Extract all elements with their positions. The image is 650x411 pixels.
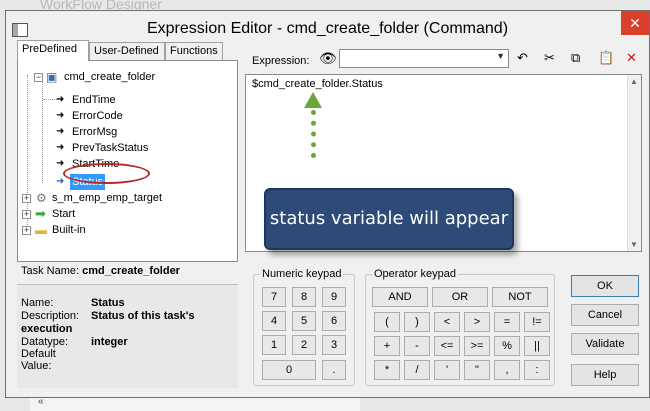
- title-bar: Expression Editor - cmd_create_folder (C…: [6, 11, 649, 45]
- copy-icon[interactable]: ⧉: [571, 50, 580, 66]
- ok-button[interactable]: OK: [571, 275, 639, 297]
- tree-item-label: Built-in: [52, 224, 86, 236]
- key-8[interactable]: 8: [292, 287, 316, 307]
- key-modulo[interactable]: %: [494, 336, 520, 356]
- tree-item-label: s_m_emp_emp_target: [52, 192, 163, 204]
- command-task-icon: ▣: [46, 70, 58, 84]
- key-1[interactable]: 1: [262, 335, 286, 355]
- tree-item-label: Start: [52, 208, 76, 220]
- key-4[interactable]: 4: [262, 311, 286, 331]
- folder-icon: ▬: [35, 223, 47, 237]
- key-concat[interactable]: ||: [524, 336, 550, 356]
- info-description-value: Status of this task's: [91, 310, 195, 322]
- variable-tree[interactable]: − ▣ cmd_create_folder ➜ EndTime ➜ ErrorC…: [17, 60, 238, 262]
- key-or[interactable]: OR: [432, 287, 488, 307]
- key-2[interactable]: 2: [292, 335, 316, 355]
- arrow-right-icon: ➜: [56, 142, 65, 153]
- task-name: Task Name: cmd_create_folder: [21, 265, 238, 277]
- task-name-value: cmd_create_folder: [82, 265, 180, 277]
- arrow-right-icon: ➜: [56, 126, 65, 137]
- gear-icon: ⚙: [36, 191, 47, 205]
- undo-icon[interactable]: ↶: [517, 50, 528, 66]
- collapse-icon[interactable]: −: [34, 73, 43, 82]
- tree-item-label: EndTime: [72, 94, 116, 106]
- task-name-label: Task Name:: [21, 265, 80, 277]
- scroll-up-icon[interactable]: ▲: [630, 77, 638, 86]
- key-not-equals[interactable]: !=: [524, 312, 550, 332]
- key-greater[interactable]: >: [464, 312, 490, 332]
- annotation-arrow-icon: [304, 92, 322, 108]
- expand-icon[interactable]: +: [22, 226, 31, 235]
- cut-icon[interactable]: ✂: [544, 50, 555, 66]
- tab-user-defined[interactable]: User-Defined: [89, 42, 165, 60]
- close-button[interactable]: ✕: [621, 11, 649, 35]
- expand-icon[interactable]: +: [22, 210, 31, 219]
- arrow-right-icon: ➜: [56, 110, 65, 121]
- annotation-dotted-line: [311, 110, 319, 158]
- tree-item-label: ErrorCode: [72, 110, 123, 122]
- expression-text: $cmd_create_folder.Status: [252, 78, 383, 90]
- numeric-keypad-title: Numeric keypad: [260, 268, 344, 280]
- key-less[interactable]: <: [434, 312, 460, 332]
- key-less-equal[interactable]: <=: [434, 336, 460, 356]
- validate-button[interactable]: Validate: [571, 333, 639, 355]
- delete-icon[interactable]: ✕: [626, 50, 637, 66]
- cancel-button[interactable]: Cancel: [571, 304, 639, 326]
- start-arrow-icon: ➡: [35, 206, 46, 221]
- expand-icon[interactable]: +: [22, 194, 31, 203]
- key-single-quote[interactable]: ': [434, 360, 460, 380]
- key-comma[interactable]: ,: [494, 360, 520, 380]
- binoculars-icon[interactable]: 👁: [319, 50, 337, 67]
- tree-item-label: cmd_create_folder: [64, 71, 156, 83]
- expression-label: Expression:: [252, 55, 310, 67]
- info-name-value: Status: [91, 297, 125, 309]
- key-open-paren[interactable]: (: [374, 312, 400, 332]
- key-multiply[interactable]: *: [374, 360, 400, 380]
- tab-functions[interactable]: Functions: [165, 42, 223, 60]
- annotation-callout: status variable will appear: [264, 188, 514, 250]
- paste-icon[interactable]: 📋: [598, 50, 614, 66]
- key-colon[interactable]: :: [524, 360, 550, 380]
- selection-highlight-ellipse: [63, 163, 150, 184]
- info-description-key: Description:: [21, 310, 80, 322]
- key-0[interactable]: 0: [262, 360, 316, 380]
- info-datatype-value: integer: [91, 336, 128, 348]
- key-divide[interactable]: /: [404, 360, 430, 380]
- tree-item-label: PrevTaskStatus: [72, 142, 149, 154]
- info-datatype-key: Datatype:: [21, 336, 69, 348]
- key-6[interactable]: 6: [322, 311, 346, 331]
- key-dot[interactable]: .: [322, 360, 346, 380]
- info-description-cont: execution: [21, 323, 73, 335]
- help-button[interactable]: Help: [571, 364, 639, 386]
- expression-scrollbar[interactable]: ▲ ▼: [627, 75, 641, 251]
- info-name-key: Name:: [21, 297, 54, 309]
- scroll-down-icon[interactable]: ▼: [630, 240, 638, 249]
- tree-item-label: ErrorMsg: [72, 126, 118, 138]
- key-equals[interactable]: =: [494, 312, 520, 332]
- tab-predefined[interactable]: PreDefined: [17, 40, 89, 61]
- key-plus[interactable]: +: [374, 336, 400, 356]
- chevron-down-icon[interactable]: ▼: [496, 51, 505, 61]
- arrow-right-icon: ➜: [56, 94, 65, 105]
- key-not[interactable]: NOT: [492, 287, 548, 307]
- key-7[interactable]: 7: [262, 287, 286, 307]
- operator-keypad-title: Operator keypad: [372, 268, 458, 280]
- key-5[interactable]: 5: [292, 311, 316, 331]
- key-double-quote[interactable]: ": [464, 360, 490, 380]
- key-greater-equal[interactable]: >=: [464, 336, 490, 356]
- variable-info-panel: Name: Status Description: Status of this…: [17, 284, 238, 388]
- arrow-right-icon: ➜: [56, 158, 65, 169]
- expression-combo[interactable]: ▼: [339, 49, 509, 68]
- key-9[interactable]: 9: [322, 287, 346, 307]
- key-close-paren[interactable]: ): [404, 312, 430, 332]
- key-minus[interactable]: -: [404, 336, 430, 356]
- arrow-right-icon: ➜: [56, 176, 65, 187]
- key-and[interactable]: AND: [372, 287, 428, 307]
- key-3[interactable]: 3: [322, 335, 346, 355]
- dialog-title: Expression Editor - cmd_create_folder (C…: [146, 20, 509, 37]
- info-default-key: Default Value:: [21, 348, 56, 372]
